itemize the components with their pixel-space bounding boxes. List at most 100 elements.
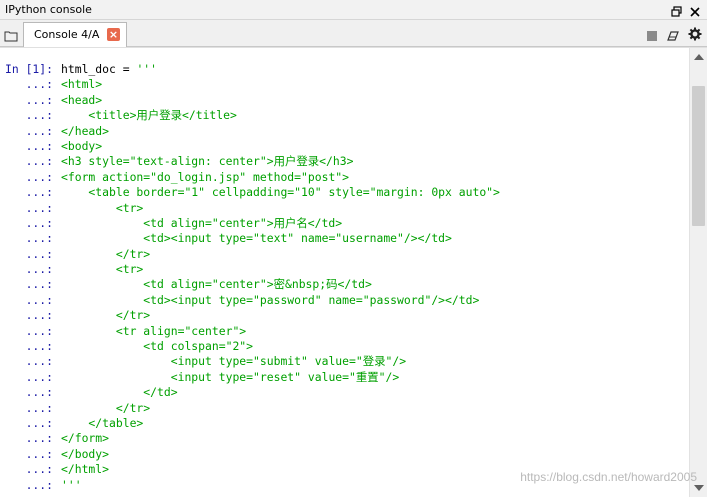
console-prompt: ...: (5, 215, 60, 230)
console-line: ...: </tr> (5, 308, 685, 323)
console-line: ...: <table border="1" cellpadding="10" … (5, 185, 685, 200)
console-line: ...: </td> (5, 385, 685, 400)
console-line: ...: </form> (5, 431, 685, 446)
watermark: https://blog.csdn.net/howard2005 (520, 470, 697, 484)
code-string: <head> (61, 92, 103, 107)
console-line: ...: <head> (5, 93, 685, 108)
console-line: ...: <tr> (5, 262, 685, 277)
console-prompt: ...: (5, 354, 60, 369)
console-prompt: ...: (5, 138, 60, 153)
code-string: </html> (61, 462, 110, 477)
code-string: <td align="center">用户名</td> (61, 215, 343, 230)
stop-icon[interactable] (646, 27, 658, 41)
console-prompt: ...: (5, 123, 60, 138)
scroll-down-icon[interactable] (694, 485, 704, 491)
close-icon[interactable] (689, 3, 701, 17)
console-prompt: ...: (5, 446, 60, 461)
console-line: In [1]: html_doc = ''' (5, 62, 685, 77)
console-prompt: ...: (5, 277, 60, 292)
console-toolbar (646, 26, 702, 41)
vertical-scrollbar[interactable] (689, 48, 707, 497)
code-string: </tr> (61, 308, 151, 323)
console-prompt: ...: (5, 462, 60, 477)
scroll-up-icon[interactable] (694, 54, 704, 60)
console-prompt: ...: (5, 339, 60, 354)
console-prompt: ...: (5, 308, 60, 323)
code-string: </form> (61, 431, 110, 446)
console-line: ...: <td><input type="password" name="pa… (5, 293, 685, 308)
console-tabbar: Console 4/A × (0, 20, 707, 47)
code-string: <td><input type="text" name="username"/>… (61, 231, 452, 246)
code-string: <title>用户登录</title> (61, 108, 237, 123)
console-prompt: ...: (5, 231, 60, 246)
scroll-thumb[interactable] (692, 86, 705, 226)
console-prompt: ...: (5, 385, 60, 400)
code-string: </tr> (61, 246, 151, 261)
console-prompt: ...: (5, 108, 60, 123)
code-string: <input type="reset" value="重置"/> (61, 369, 400, 384)
code-string: </table> (61, 415, 144, 430)
code-string: <table border="1" cellpadding="10" style… (61, 185, 500, 200)
console-prompt: ...: (5, 292, 60, 307)
gear-icon[interactable] (688, 26, 702, 41)
tab-close-icon[interactable]: × (107, 28, 120, 41)
console-line: ...: <h3 style="text-align: center">用户登录… (5, 154, 685, 169)
console-line: ...: <td align="center">用户名</td> (5, 216, 685, 231)
code-string: </body> (61, 446, 110, 461)
code-string: <td colspan="2"> (61, 339, 254, 354)
console-prompt: ...: (5, 431, 60, 446)
code-string: <body> (61, 138, 103, 153)
console-line: ...: <input type="reset" value="重置"/> (5, 370, 685, 385)
console-line: ...: </tr> (5, 401, 685, 416)
console-line: ...: <td colspan="2"> (5, 339, 685, 354)
console-line: ...: <html> (5, 77, 685, 92)
pane-controls (671, 3, 701, 17)
pane-titlebar: IPython console (0, 0, 707, 20)
code-string: <form action="do_login.jsp" method="post… (61, 169, 350, 184)
code-string: <html> (61, 77, 103, 92)
code-string: <td><input type="password" name="passwor… (61, 292, 480, 307)
console-line: ...: <td align="center">密&nbsp;码</td> (5, 277, 685, 292)
code-string: </td> (61, 385, 178, 400)
console-prompt: ...: (5, 77, 60, 92)
console-line: ...: <form action="do_login.jsp" method=… (5, 170, 685, 185)
console-prompt: ...: (5, 185, 60, 200)
console-prompt: In [1]: (5, 62, 60, 76)
console-prompt: ...: (5, 154, 60, 169)
code-text: html_doc = (61, 62, 137, 76)
eraser-icon[interactable] (666, 27, 680, 41)
console-prompt: ...: (5, 92, 60, 107)
code-string: <tr align="center"> (61, 323, 247, 338)
restore-icon[interactable] (671, 3, 683, 17)
console-line: ...: </tr> (5, 247, 685, 262)
code-string: ''' (61, 477, 82, 492)
code-string: <tr> (61, 262, 144, 277)
code-string: </tr> (61, 400, 151, 415)
console-lines: In [1]: html_doc = ''' ...: <html> ...: … (5, 62, 685, 493)
console-line: ...: </table> (5, 416, 685, 431)
console-output[interactable]: In [1]: html_doc = ''' ...: <html> ...: … (0, 47, 707, 497)
console-line: ...: <tr align="center"> (5, 324, 685, 339)
console-line: ...: <title>用户登录</title> (5, 108, 685, 123)
console-line: ...: </body> (5, 447, 685, 462)
console-prompt: ...: (5, 369, 60, 384)
console-line: ...: <body> (5, 139, 685, 154)
code-string: </head> (61, 123, 110, 138)
console-line: ...: <input type="submit" value="登录"/> (5, 354, 685, 369)
tab-label: Console 4/A (34, 28, 100, 41)
console-line: ...: <tr> (5, 201, 685, 216)
folder-icon[interactable] (4, 27, 18, 46)
tab-console-4a[interactable]: Console 4/A × (23, 22, 127, 47)
console-prompt: ...: (5, 400, 60, 415)
console-prompt: ...: (5, 323, 60, 338)
console-prompt: ...: (5, 415, 60, 430)
console-line: ...: </head> (5, 124, 685, 139)
code-string: ''' (136, 62, 158, 76)
console-prompt: ...: (5, 477, 60, 492)
console-prompt: ...: (5, 169, 60, 184)
pane-title: IPython console (5, 3, 92, 16)
code-string: <tr> (61, 200, 144, 215)
code-string: <input type="submit" value="登录"/> (61, 354, 407, 369)
code-string: <td align="center">密&nbsp;码</td> (61, 277, 372, 292)
code-string: <h3 style="text-align: center">用户登录</h3> (61, 154, 354, 169)
